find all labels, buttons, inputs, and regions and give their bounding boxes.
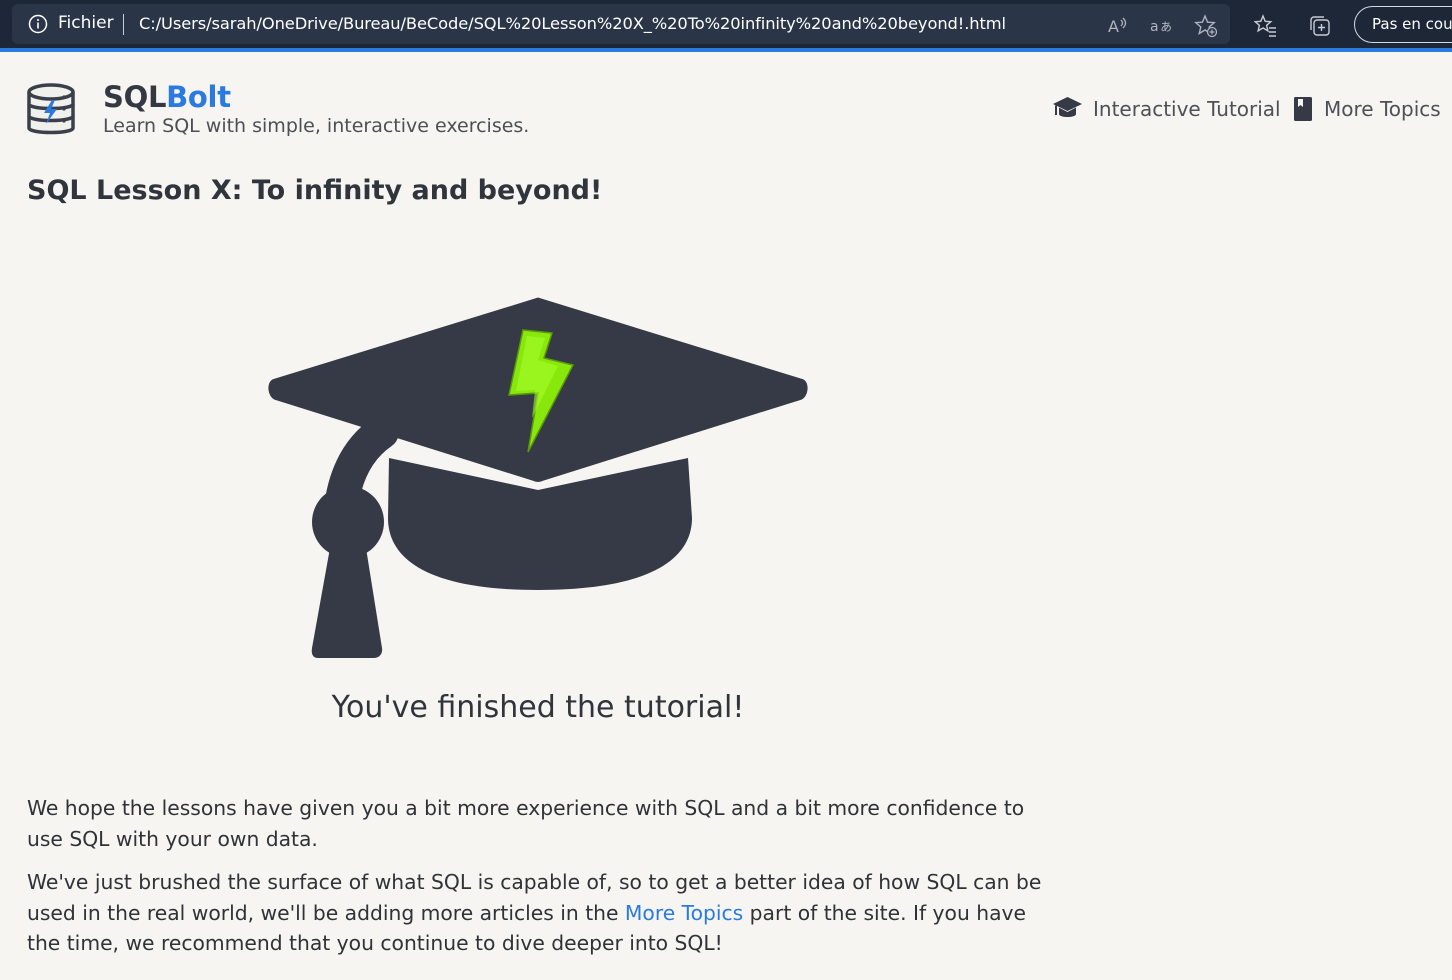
database-logo-icon[interactable] xyxy=(26,82,76,138)
add-favorite-icon[interactable] xyxy=(1194,14,1218,38)
brand-accent[interactable]: Bolt xyxy=(166,80,231,114)
browser-toolbar: Fichier C:/Users/sarah/OneDrive/Bureau/B… xyxy=(0,0,1452,52)
graduation-cap-illustration xyxy=(265,294,811,658)
brand-name[interactable]: SQLBolt xyxy=(103,80,231,114)
paragraph-more-topics: We've just brushed the surface of what S… xyxy=(27,867,1057,959)
finish-caption: You've finished the tutorial! xyxy=(331,690,745,725)
svg-text:A: A xyxy=(1108,17,1119,36)
translate-icon[interactable]: aぁ xyxy=(1149,14,1173,38)
address-bar[interactable]: Fichier C:/Users/sarah/OneDrive/Bureau/B… xyxy=(12,4,1230,44)
more-topics-link[interactable]: More Topics xyxy=(625,901,743,925)
profile-button[interactable]: Pas en cours xyxy=(1354,6,1452,43)
graduation-cap-icon xyxy=(1053,97,1082,117)
address-separator xyxy=(123,14,124,35)
tagline: Learn SQL with simple, interactive exerc… xyxy=(103,115,530,137)
nav-label-interactive-tutorial[interactable]: Interactive Tutorial xyxy=(1093,97,1281,121)
favorites-icon[interactable] xyxy=(1254,14,1278,38)
info-icon[interactable] xyxy=(28,14,48,34)
collections-icon[interactable] xyxy=(1308,14,1332,38)
brand-prefix[interactable]: SQL xyxy=(103,80,166,114)
read-aloud-icon[interactable]: A xyxy=(1105,14,1129,38)
nav-interactive-tutorial[interactable]: Interactive Tutorial xyxy=(1052,95,1281,123)
page-title: SQL Lesson X: To infinity and beyond! xyxy=(27,175,603,206)
svg-text:a: a xyxy=(1150,19,1159,35)
paragraph-intro: We hope the lessons have given you a bit… xyxy=(27,796,1025,851)
nav-label-more-topics[interactable]: More Topics xyxy=(1324,97,1441,121)
site-info-label[interactable]: Fichier xyxy=(58,13,114,33)
svg-text:ぁ: ぁ xyxy=(1159,19,1173,35)
nav-more-topics[interactable]: More Topics xyxy=(1292,95,1441,123)
url-text[interactable]: C:/Users/sarah/OneDrive/Bureau/BeCode/SQ… xyxy=(139,14,1006,33)
book-icon xyxy=(1294,97,1312,121)
